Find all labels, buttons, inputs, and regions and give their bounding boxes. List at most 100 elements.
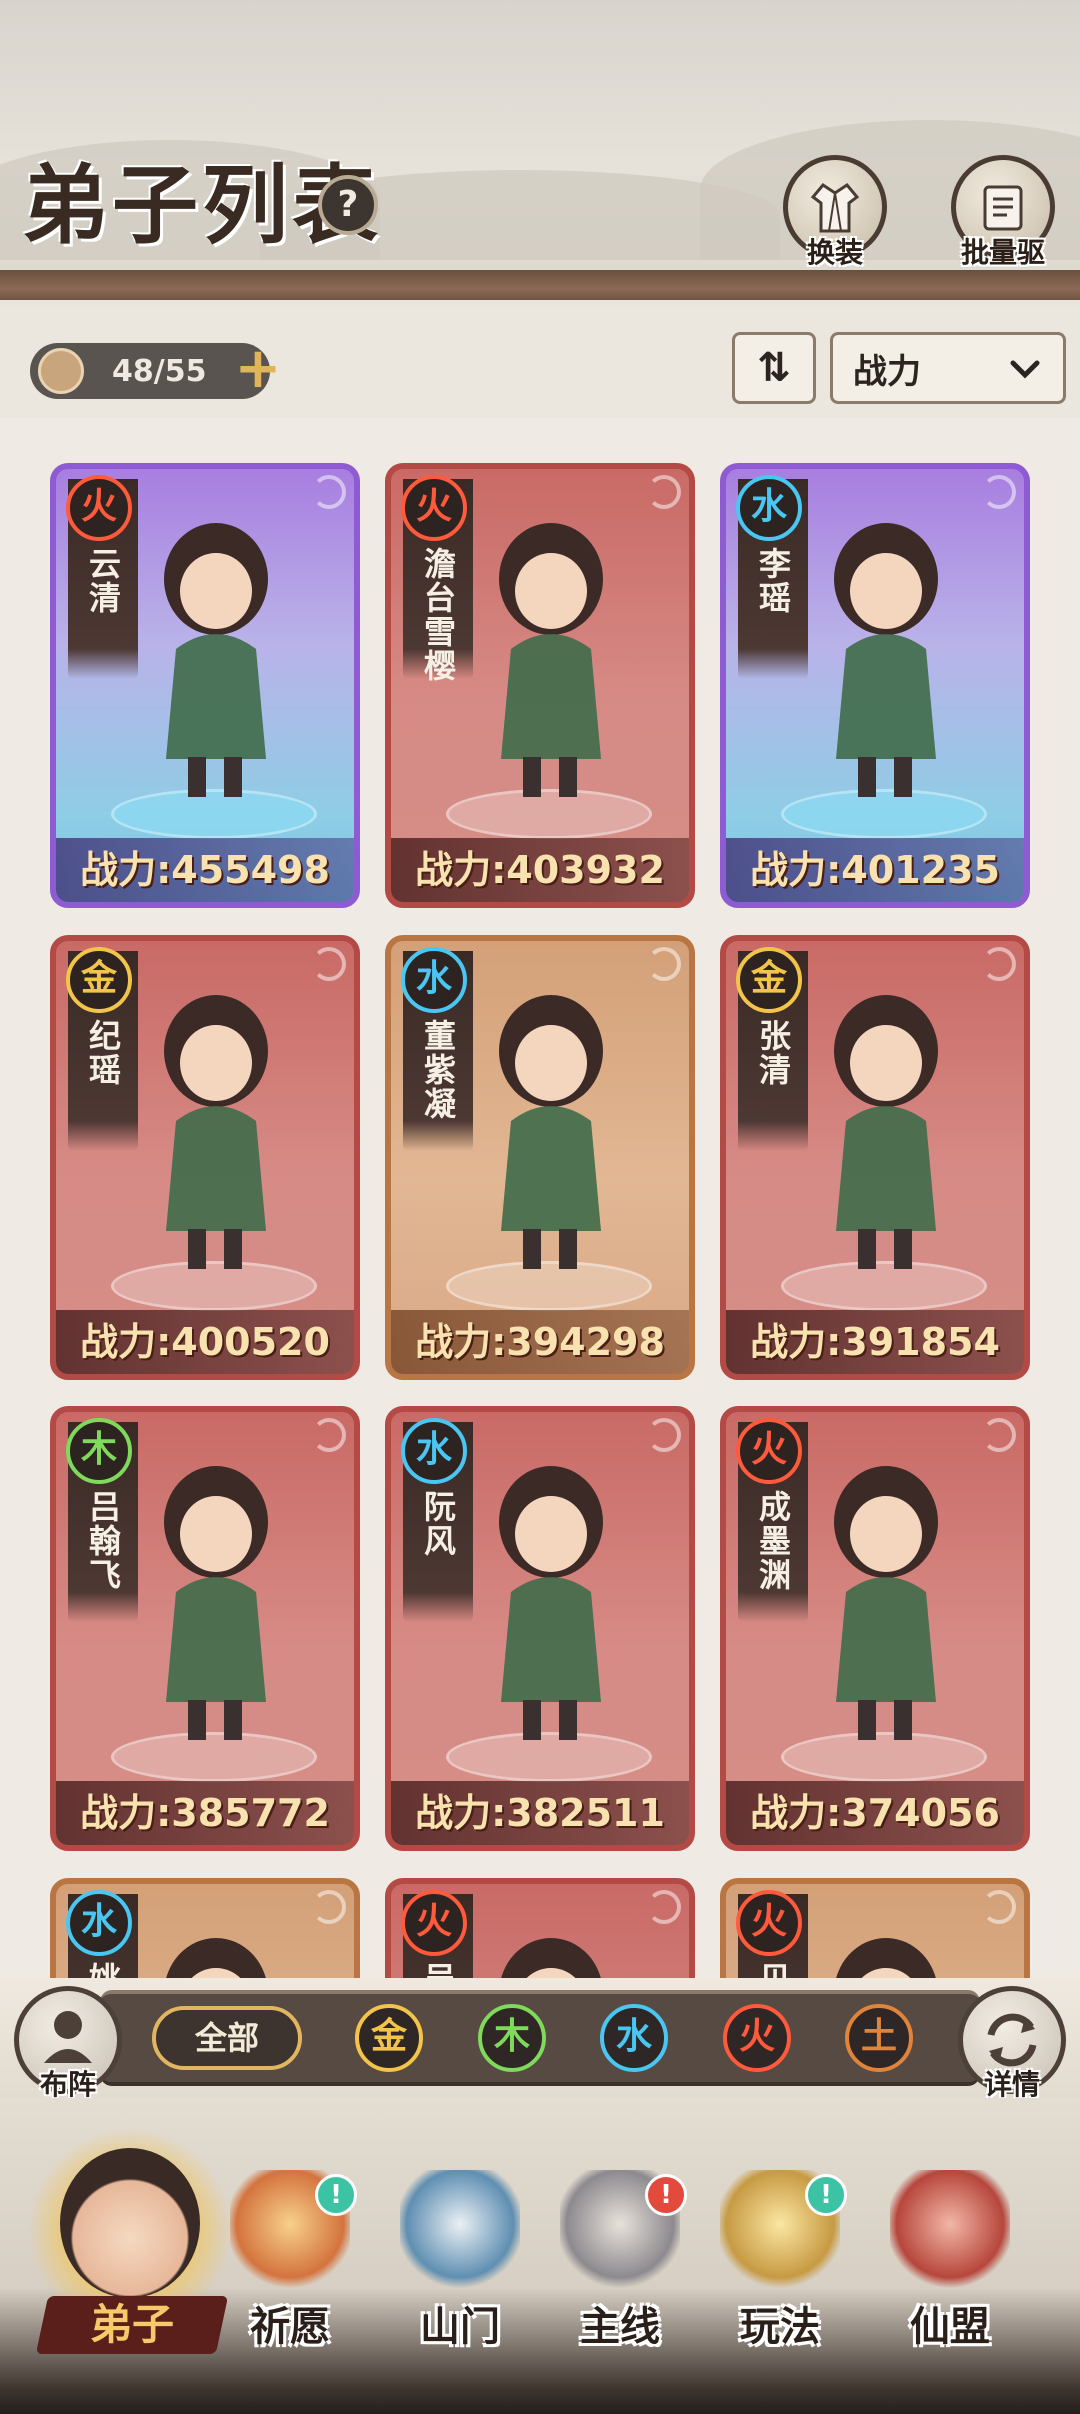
nav-item-icon	[400, 2170, 520, 2290]
element-badge: 木	[66, 1418, 132, 1484]
formation-label: 布阵	[39, 2068, 96, 2101]
disciple-card[interactable]: 木吕翰飞战力:385772	[50, 1406, 360, 1851]
nav-item[interactable]: 仙盟	[875, 2150, 1025, 2350]
chevron-down-icon	[1010, 360, 1040, 379]
disciple-portrait	[166, 1938, 266, 1978]
filter-element-button[interactable]: 水	[600, 2004, 668, 2072]
corner-ornament	[312, 475, 346, 509]
disciple-portrait	[499, 523, 603, 797]
corner-ornament	[312, 1890, 346, 1924]
sort-order-button[interactable]: ⇅	[732, 332, 816, 404]
disciple-power: 战力:400520	[56, 1310, 354, 1374]
disciple-name: 李瑶	[754, 547, 792, 615]
element-badge: 水	[736, 475, 802, 541]
disciple-power: 战力:403932	[391, 838, 689, 902]
nav-item-label: 祈愿	[250, 2303, 330, 2350]
disciple-card[interactable]: 金张清战力:391854	[720, 935, 1030, 1380]
disciple-card[interactable]: 火贝	[720, 1878, 1030, 1978]
header-divider	[0, 270, 1080, 300]
disciple-icon	[38, 348, 84, 394]
disciple-name: 吕翰飞	[84, 1490, 122, 1592]
disciple-card[interactable]: 火吴	[385, 1878, 695, 1978]
disciple-name: 澹台雪樱	[419, 547, 457, 683]
element-badge: 水	[401, 947, 467, 1013]
element-badge: 火	[736, 1418, 802, 1484]
disciple-power: 战力:455498	[56, 838, 354, 902]
disciple-name: 阮风	[419, 1490, 457, 1558]
sort-select[interactable]: 战力	[830, 332, 1066, 404]
disciple-card[interactable]: 水李瑶战力:401235	[720, 463, 1030, 908]
disciple-portrait	[834, 523, 938, 797]
disciple-card[interactable]: 火成墨渊 战力:374056	[720, 1406, 1030, 1851]
nav-item[interactable]: 祈愿!	[215, 2150, 365, 2350]
disciple-portrait	[501, 1938, 601, 1978]
disciple-power: 战力:401235	[726, 838, 1024, 902]
notification-badge-icon: !	[315, 2174, 357, 2216]
nav-item-label: 玩法	[740, 2303, 820, 2350]
nav-item[interactable]: 山门	[385, 2150, 535, 2350]
nav-item-icon	[890, 2170, 1010, 2290]
disciple-name: 吴	[417, 1962, 457, 1978]
element-badge: 水	[66, 1890, 132, 1956]
element-badge: 水	[401, 1418, 467, 1484]
disciple-portrait	[164, 523, 268, 797]
sort-select-value: 战力	[853, 351, 921, 392]
disciple-portrait	[164, 1466, 268, 1740]
disciple-portrait	[834, 995, 938, 1269]
details-label: 详情	[983, 2068, 1040, 2101]
disciple-name: 贝	[752, 1962, 792, 1978]
filter-element-button[interactable]: 木	[478, 2004, 546, 2072]
disciple-name: 云清	[84, 547, 122, 615]
nav-item-label: 主线	[580, 2303, 660, 2350]
notification-badge-icon: !	[805, 2174, 847, 2216]
filter-element-button[interactable]: 金	[355, 2004, 423, 2072]
disciple-count-text: 48/55	[112, 353, 207, 389]
nav-item-label: 山门	[420, 2303, 500, 2350]
help-icon[interactable]: ?	[318, 175, 378, 235]
filter-element-button[interactable]: 火	[723, 2004, 791, 2072]
toolbar: 48/55 + ⇅ 战力	[0, 308, 1080, 418]
add-slot-icon[interactable]: +	[234, 341, 282, 397]
disciple-name: 董紫凝	[419, 1019, 457, 1121]
disciple-card[interactable]: 金纪瑶 战力:400520	[50, 935, 360, 1380]
disciple-power: 战力:391854	[726, 1310, 1024, 1374]
corner-ornament	[647, 947, 681, 981]
filter-element-button[interactable]: 土	[845, 2004, 913, 2072]
disciple-name: 姚	[82, 1962, 122, 1978]
nav-item[interactable]: 玩法!	[705, 2150, 855, 2350]
disciple-card[interactable]: 火云清 战力:455498	[50, 463, 360, 908]
corner-ornament	[982, 1890, 1016, 1924]
nav-disciples-label: 弟子	[89, 2300, 174, 2349]
formation-button[interactable]: 布阵	[14, 1986, 122, 2101]
disciple-card[interactable]: 水董紫凝战力:394298	[385, 935, 695, 1380]
element-badge: 火	[736, 1890, 802, 1956]
element-badge: 金	[736, 947, 802, 1013]
nav-disciples[interactable]: 弟子	[20, 2120, 240, 2360]
notification-badge-icon: !	[645, 2174, 687, 2216]
nav-item[interactable]: 主线!	[545, 2150, 695, 2350]
disciple-name: 张清	[754, 1019, 792, 1087]
filter-all-button[interactable]: 全部	[152, 2006, 302, 2070]
disciple-power: 战力:385772	[56, 1781, 354, 1845]
element-badge: 金	[66, 947, 132, 1013]
disciple-card[interactable]: 火澹台雪樱 战力:403932	[385, 463, 695, 908]
corner-ornament	[982, 475, 1016, 509]
outfit-button[interactable]: 换装	[780, 155, 890, 271]
disciple-card[interactable]: 水姚	[50, 1878, 360, 1978]
disciple-count: 48/55 +	[30, 341, 281, 399]
disciple-power: 战力:394298	[391, 1310, 689, 1374]
filter-bar: 布阵 全部 详情 金木水火土	[0, 1978, 1080, 2101]
disciple-portrait	[164, 995, 268, 1269]
disciple-card[interactable]: 水阮风战力:382511	[385, 1406, 695, 1851]
disciple-name: 成墨渊	[754, 1490, 792, 1592]
corner-ornament	[312, 947, 346, 981]
disciple-portrait	[834, 1466, 938, 1740]
header: 弟子列表 ? 换装 批量驱逐	[0, 0, 1080, 300]
outfit-label: 换装	[806, 236, 863, 269]
details-button[interactable]: 详情	[958, 1986, 1066, 2101]
disciple-portrait	[499, 1466, 603, 1740]
corner-ornament	[647, 1418, 681, 1452]
disciple-power: 战力:382511	[391, 1781, 689, 1845]
corner-ornament	[647, 475, 681, 509]
disciple-grid: 火云清 战力:455498 火澹台雪樱 战力:403932 水李瑶 战力:401235 金纪…	[0, 418, 1080, 1978]
